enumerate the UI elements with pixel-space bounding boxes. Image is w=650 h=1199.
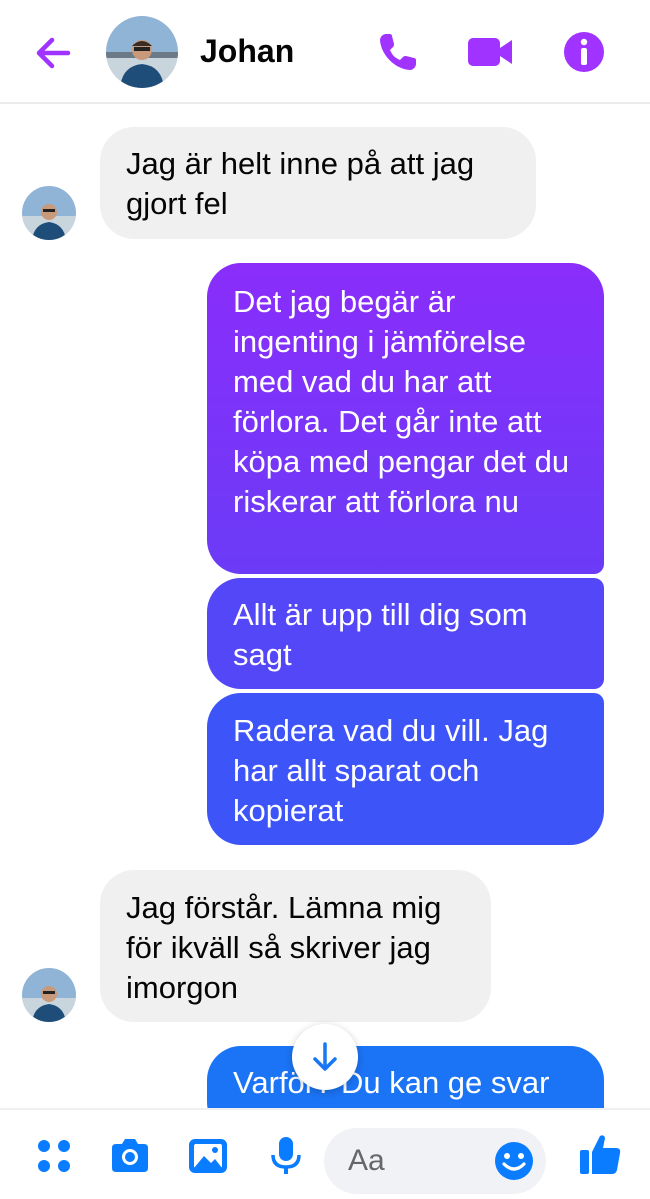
back-arrow-icon[interactable] xyxy=(30,30,76,76)
outgoing-message[interactable]: Allt är upp till dig som sagt xyxy=(207,578,604,689)
emoji-icon[interactable] xyxy=(492,1139,536,1183)
video-camera-icon[interactable] xyxy=(466,28,514,76)
outgoing-message[interactable]: Radera vad du vill. Jag har allt sparat … xyxy=(207,693,604,845)
gallery-icon[interactable] xyxy=(186,1134,230,1178)
outgoing-message[interactable]: Varför? Du kan ge svar xyxy=(207,1046,604,1110)
arrow-down-icon xyxy=(313,1042,337,1071)
info-icon[interactable] xyxy=(560,28,608,76)
camera-icon[interactable] xyxy=(108,1134,152,1178)
thumbs-up-icon[interactable] xyxy=(576,1130,624,1178)
incoming-message[interactable]: Jag förstår. Lämna mig för ikväll så skr… xyxy=(100,870,491,1022)
incoming-message[interactable]: Jag är helt inne på att jag gjort fel xyxy=(100,127,536,239)
message-text: Allt är upp till dig som sagt xyxy=(233,597,528,672)
message-text: Det jag begär är ingenting i jämförelse … xyxy=(233,284,570,519)
phone-icon[interactable] xyxy=(374,28,422,76)
conversation-header: Johan xyxy=(0,0,650,104)
message-composer: Aa xyxy=(0,1108,650,1199)
outgoing-message[interactable]: Det jag begär är ingenting i jämförelse … xyxy=(207,263,604,574)
message-input-placeholder: Aa xyxy=(348,1144,385,1177)
microphone-icon[interactable] xyxy=(264,1134,308,1178)
scroll-to-bottom-button[interactable] xyxy=(292,1024,358,1090)
sender-avatar[interactable] xyxy=(22,186,76,240)
message-input[interactable]: Aa xyxy=(324,1128,546,1194)
apps-menu-icon[interactable] xyxy=(32,1134,76,1178)
message-list[interactable]: Jag är helt inne på att jag gjort fel De… xyxy=(0,106,650,1110)
message-text: Jag är helt inne på att jag gjort fel xyxy=(126,146,475,221)
message-text: Varför? Du kan ge svar xyxy=(233,1065,550,1100)
message-text: Jag förstår. Lämna mig för ikväll så skr… xyxy=(126,890,442,1005)
message-text: Radera vad du vill. Jag har allt sparat … xyxy=(233,713,549,828)
contact-avatar[interactable] xyxy=(106,16,178,88)
sender-avatar[interactable] xyxy=(22,968,76,1022)
contact-name[interactable]: Johan xyxy=(200,33,294,70)
